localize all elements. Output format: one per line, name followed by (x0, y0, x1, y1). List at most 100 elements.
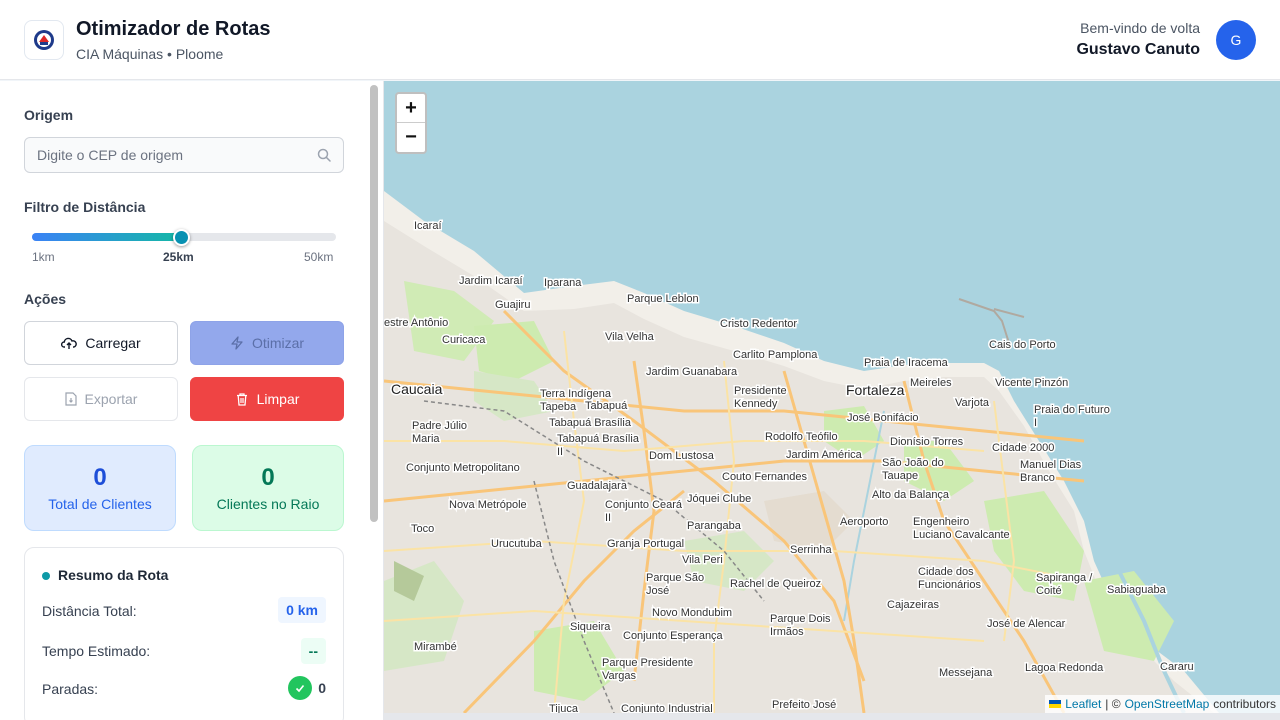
map-place-label: Jóquei Clube (687, 493, 751, 505)
sidebar: Origem Filtro de Distância 1km 25km 50km… (0, 81, 384, 720)
export-button-label: Exportar (84, 391, 138, 407)
zoom-out-button[interactable]: − (397, 123, 425, 152)
zoom-in-button[interactable]: + (397, 94, 425, 123)
attribution-separator: | © (1105, 697, 1121, 711)
route-map[interactable]: Icaraí Jardim Icaraí Iparana Parque Leblon G… (384, 81, 1280, 713)
app-header: Otimizador de Rotas CIA Máquinas • Ploom… (0, 0, 1280, 80)
clear-button-label: Limpar (256, 391, 300, 407)
load-button-label: Carregar (85, 335, 141, 351)
map-place-label: Carlito Pamplona (733, 349, 818, 361)
slider-thumb[interactable] (173, 229, 190, 246)
stops-indicator: 0 (288, 676, 326, 700)
estimated-time-value: -- (300, 638, 326, 664)
map-place-label: Vicente Pinzón (995, 377, 1068, 389)
map-place-label: Tabapuá Brasília (549, 417, 632, 429)
map-place-label: Conjunto Industrial (621, 703, 713, 713)
total-clients-value: 0 (93, 464, 107, 491)
map-place-label: Aeroporto (840, 516, 888, 528)
map-place-label: Cidade 2000 (992, 442, 1054, 454)
user-avatar[interactable]: G (1216, 20, 1256, 60)
ukraine-flag-icon (1049, 700, 1062, 708)
distance-total-label: Distância Total: (42, 603, 137, 619)
map-place-label: Icaraí (414, 220, 442, 232)
logo-icon (34, 30, 54, 50)
actions-label: Ações (24, 291, 67, 307)
distance-total-value: 0 km (278, 597, 326, 623)
file-download-icon (64, 392, 77, 406)
origin-cep-input[interactable] (37, 138, 307, 172)
load-button[interactable]: Carregar (24, 321, 178, 365)
map-place-label: Lagoa Redonda (1025, 662, 1104, 674)
map-place-label: Guadalajara (567, 480, 628, 492)
clients-in-radius-card: 0 Clientes no Raio (192, 445, 344, 531)
map-place-label: Cidade dos Funcionários (918, 566, 981, 591)
map-place-label: Mirambé (414, 641, 457, 653)
map-attribution: Leaflet | © OpenStreetMap contributors (1045, 695, 1280, 713)
search-icon[interactable] (317, 148, 331, 162)
map-place-label: Iparana (544, 277, 582, 289)
map-place-label: Jardim América (786, 449, 863, 461)
map-place-label: Curicaca (442, 334, 486, 346)
map-place-label: Prefeito José (772, 699, 836, 711)
map-place-label: Parque Leblon (627, 293, 699, 305)
cloud-upload-icon (61, 337, 78, 349)
map-bottom-strip (384, 713, 1280, 720)
map-place-label: Toco (411, 523, 434, 535)
map-place-label: José Bonifácio (847, 412, 919, 424)
map-place-label: Couto Fernandes (722, 471, 807, 483)
map-place-label: Caucaia (391, 381, 443, 397)
clients-in-radius-label: Clientes no Raio (216, 496, 320, 512)
map-place-label: Dom Lustosa (649, 450, 715, 462)
slider-max-label: 50km (304, 250, 334, 264)
map-place-label: Alto da Balança (872, 489, 950, 501)
map-place-label: Cajazeiras (887, 599, 939, 611)
optimize-button-label: Otimizar (251, 335, 305, 351)
slider-fill (32, 233, 181, 241)
map-place-label: Sabiaguaba (1107, 584, 1167, 596)
map-tiles[interactable]: Icaraí Jardim Icaraí Iparana Parque Leblon G… (384, 81, 1280, 713)
summary-dot-icon (42, 572, 50, 580)
map-place-label: Jardim Guanabara (646, 366, 738, 378)
map-place-label: Cararu (1160, 661, 1194, 673)
distance-slider[interactable] (32, 229, 336, 246)
map-place-label: Urucutuba (491, 538, 543, 550)
total-clients-label: Total de Clientes (48, 496, 152, 512)
map-place-label: Rachel de Queiroz (730, 578, 821, 590)
slider-min-label: 1km (32, 250, 55, 264)
map-place-label: Vila Velha (605, 331, 655, 343)
route-summary-title: Resumo da Rota (58, 567, 169, 583)
osm-link[interactable]: OpenStreetMap (1125, 697, 1210, 711)
map-place-label: Vila Peri (682, 554, 723, 566)
map-place-label: Tabapuá (585, 400, 628, 412)
check-icon (288, 676, 313, 700)
trash-icon (236, 393, 247, 406)
leaflet-link[interactable]: Leaflet (1065, 697, 1101, 711)
map-place-label: Conjunto Metropolitano (406, 462, 520, 474)
map-place-label: Novo Mondubim (652, 607, 732, 619)
map-place-label: Rodolfo Teófilo (765, 431, 838, 443)
export-button[interactable]: Exportar (24, 377, 178, 421)
optimize-button[interactable]: Otimizar (190, 321, 344, 365)
map-place-label: Serrinha (790, 544, 832, 556)
sidebar-scrollbar[interactable] (370, 85, 378, 522)
map-place-label: Dionísio Torres (890, 436, 964, 448)
map-place-label: Granja Portugal (607, 538, 684, 550)
map-place-label: Siqueira (570, 621, 611, 633)
map-place-label: estre Antônio (384, 317, 448, 329)
clear-button[interactable]: Limpar (190, 377, 344, 421)
stops-label: Paradas: (42, 681, 99, 697)
map-place-label: Conjunto Esperança (623, 630, 724, 642)
map-place-label: José de Alencar (987, 618, 1066, 630)
attribution-contributors: contributors (1213, 697, 1276, 711)
map-place-label: Meireles (910, 377, 952, 389)
welcome-text: Bem-vindo de volta (1080, 20, 1200, 36)
distance-filter-label: Filtro de Distância (24, 199, 146, 215)
map-place-label: Messejana (939, 667, 993, 679)
map-place-label: Tijuca (549, 703, 579, 713)
total-clients-card: 0 Total de Clientes (24, 445, 176, 531)
user-name: Gustavo Canuto (1076, 41, 1200, 58)
slider-current-label: 25km (163, 250, 194, 264)
map-place-label: Varjota (955, 397, 990, 409)
map-place-label: Cristo Redentor (720, 318, 797, 330)
map-place-label: Jardim Icaraí (459, 275, 523, 287)
